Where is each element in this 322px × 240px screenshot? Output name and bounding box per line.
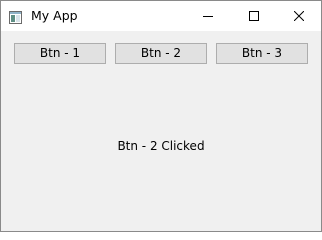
- maximize-button[interactable]: [231, 1, 277, 31]
- minimize-icon: [203, 16, 213, 17]
- window-title: My App: [31, 8, 78, 23]
- close-icon: [294, 11, 304, 21]
- minimize-button[interactable]: [185, 1, 231, 31]
- title-bar[interactable]: My App: [1, 1, 321, 31]
- maximize-icon: [249, 11, 259, 21]
- btn-3-button[interactable]: Btn - 3: [216, 43, 308, 64]
- close-button[interactable]: [276, 1, 322, 31]
- btn-1-button[interactable]: Btn - 1: [14, 43, 106, 64]
- app-window: My App Btn - 1 Btn - 2 Btn - 3 Btn - 2 C…: [0, 0, 322, 232]
- client-area: Btn - 1 Btn - 2 Btn - 3 Btn - 2 Clicked: [1, 31, 321, 231]
- btn-2-button[interactable]: Btn - 2: [115, 43, 207, 64]
- app-window-icon: [9, 9, 22, 24]
- status-label: Btn - 2 Clicked: [117, 139, 205, 153]
